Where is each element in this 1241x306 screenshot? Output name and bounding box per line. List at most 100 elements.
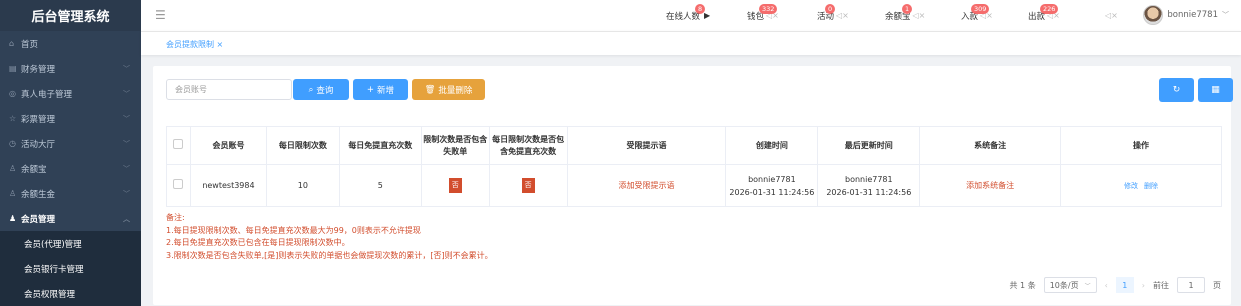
cell-daily-limit: 10 [265,164,340,207]
table-header-row: 会员账号 每日限制次数 每日免提直充次数 限制次数是否包含失败单 每日限制次数是… [166,126,1222,165]
refresh-icon: ↻ [1172,85,1181,95]
chevron-down-icon: ﹀ [123,164,130,173]
sidebar-item-label: 首页 [21,39,39,50]
col-header: 创建时间 [725,126,819,165]
withdraw-nav[interactable]: 出款 226 ◁× [1028,0,1060,31]
data-table: 会员账号 每日限制次数 每日免提直充次数 限制次数是否包含失败单 每日限制次数是… [166,126,1222,207]
cell-account: newtest3984 [189,164,267,207]
notes: 备注: 1.每日提现限制次数、每日免提直充次数最大为99，0则表示不允许提现 2… [166,212,493,262]
refresh-button[interactable]: ↻ [1159,78,1194,102]
delete-link[interactable]: 删除 [1144,182,1158,190]
page-size-select[interactable]: 10条/页 ﹀ [1043,277,1097,293]
sidebar-subitem-member-agent[interactable]: 会员(代理)管理 [0,231,141,256]
member-icon: ♟ [9,214,17,223]
deposit-badge: 309 [971,4,990,14]
sidebar-item-home[interactable]: ⌂ 首页 [0,31,141,56]
col-header: 系统备注 [919,126,1062,165]
edit-link[interactable]: 修改 [1124,182,1138,190]
batch-delete-button[interactable]: 🗑 批量删除 [412,79,485,100]
sidebar-item-label: 余额宝 [21,164,47,175]
activity-nav[interactable]: 活动 0 ◁× [817,0,849,31]
clock-icon: ◷ [9,139,16,148]
user-icon: ♙ [9,164,17,173]
query-button[interactable]: ⌕ 查询 [293,79,349,100]
prev-page-icon[interactable]: ‹ [1105,281,1108,290]
speaker-mute-icon[interactable]: ◁× [836,11,849,20]
select-all-cell[interactable] [166,126,191,165]
sidebar-subitem-permissions[interactable]: 会员权限管理 [0,281,141,306]
sidebar-item-members[interactable]: ♟ 会员管理 ︿ [0,206,141,231]
page-unit: 页 [1213,280,1221,290]
add-prompt-link[interactable]: 添加受限提示语 [619,181,675,190]
sidebar-item-live-casino[interactable]: ◎ 真人电子管理 ﹀ [0,81,141,106]
top-header: ☰ 在线人数 8 ▶ 钱包 332 ◁× 活动 0 ◁× 余额宝 1 ◁× 入款… [141,0,1241,31]
user-icon: ♙ [9,189,17,198]
goto-label: 前往 [1153,280,1169,290]
sidebar-item-label: 财务管理 [21,64,56,75]
next-page-icon[interactable]: › [1142,281,1145,290]
goto-page-input[interactable]: 1 [1177,277,1205,293]
chevron-down-icon: ﹀ [1084,282,1091,290]
sidebar-item-label: 活动大厅 [21,139,56,150]
user-menu[interactable]: bonnie7781 ﹀ [1143,5,1229,25]
add-button[interactable]: + 新增 [353,79,408,100]
sidebar-subitem-bank-card[interactable]: 会员银行卡管理 [0,256,141,281]
sidebar-item-activity[interactable]: ◷ 活动大厅 ﹀ [0,131,141,156]
created-at: 2026-01-31 11:24:56 [729,187,815,197]
wallet-nav[interactable]: 钱包 332 ◁× [747,0,779,31]
tags-bar: 会员提款限制 × [141,31,1241,55]
cell-remark: 添加系统备注 [919,164,1062,207]
note-line: 2.每日免提直充次数已包含在每日提现限制次数中。 [166,238,350,247]
tab-member-withdraw-limit[interactable]: 会员提款限制 × [166,39,223,50]
sound-toggle[interactable]: ◁× [1103,0,1118,31]
select-all-checkbox[interactable] [173,138,184,149]
chevron-down-icon: ﹀ [1222,11,1229,19]
plus-icon: + [366,84,375,95]
sidebar-item-label: 余额生金 [21,189,56,200]
casino-icon: ◎ [9,89,16,98]
page-size-value: 10条/页 [1049,280,1079,290]
col-header: 会员账号 [189,126,267,165]
sidebar-item-balance-gold[interactable]: ♙ 余额生金 ﹀ [0,181,141,206]
cell-updated: bonnie7781 2026-01-31 11:24:56 [817,164,921,207]
finance-icon: ▤ [9,64,17,73]
star-icon: ☆ [9,114,17,123]
wallet-badge: 332 [759,4,778,14]
speaker-mute-icon[interactable]: ◁× [1105,11,1118,20]
col-header: 操作 [1060,126,1222,165]
sidebar-item-finance[interactable]: ▤ 财务管理 ﹀ [0,56,141,81]
play-icon: ▶ [704,11,711,20]
created-by: bonnie7781 [748,174,796,184]
page-number-current[interactable]: 1 [1115,277,1134,293]
withdraw-badge: 226 [1040,4,1059,14]
sidebar-item-label: 会员管理 [21,214,56,225]
chevron-down-icon: ﹀ [123,64,130,73]
grid-icon: ▦ [1211,85,1220,95]
cell-include-free: 否 [488,164,568,207]
columns-button[interactable]: ▦ [1198,78,1233,102]
table-row: newtest3984 10 5 否 否 添加受限提示语 bonnie7781 2… [166,164,1222,207]
sidebar-item-yuebao[interactable]: ♙ 余额宝 ﹀ [0,156,141,181]
row-checkbox[interactable] [173,178,184,189]
batch-delete-label: 批量删除 [438,85,473,96]
total-count: 共 1 条 [1009,280,1036,290]
add-remark-link[interactable]: 添加系统备注 [966,181,1014,190]
home-icon: ⌂ [9,39,15,48]
avatar [1143,5,1164,25]
sidebar-item-lottery[interactable]: ☆ 彩票管理 ﹀ [0,106,141,131]
online-count[interactable]: 在线人数 8 ▶ [666,0,710,31]
sidebar-item-label: 彩票管理 [21,114,56,125]
updated-at: 2026-01-31 11:24:56 [826,187,912,197]
chevron-down-icon: ﹀ [123,139,130,148]
cell-actions: 修改 删除 [1060,164,1222,207]
yuebao-nav[interactable]: 余额宝 1 ◁× [885,0,925,31]
note-line: 1.每日提现限制次数、每日免提直充次数最大为99，0则表示不允许提现 [166,225,421,235]
deposit-nav[interactable]: 入款 309 ◁× [961,0,993,31]
hamburger-icon[interactable]: ☰ [155,8,166,22]
trash-icon: 🗑 [424,84,436,95]
speaker-mute-icon[interactable]: ◁× [913,11,926,20]
row-select-cell[interactable] [166,164,191,207]
app-title: 后台管理系统 [0,0,141,31]
chevron-down-icon: ﹀ [123,114,130,123]
search-input[interactable]: 会员账号 [166,79,292,100]
